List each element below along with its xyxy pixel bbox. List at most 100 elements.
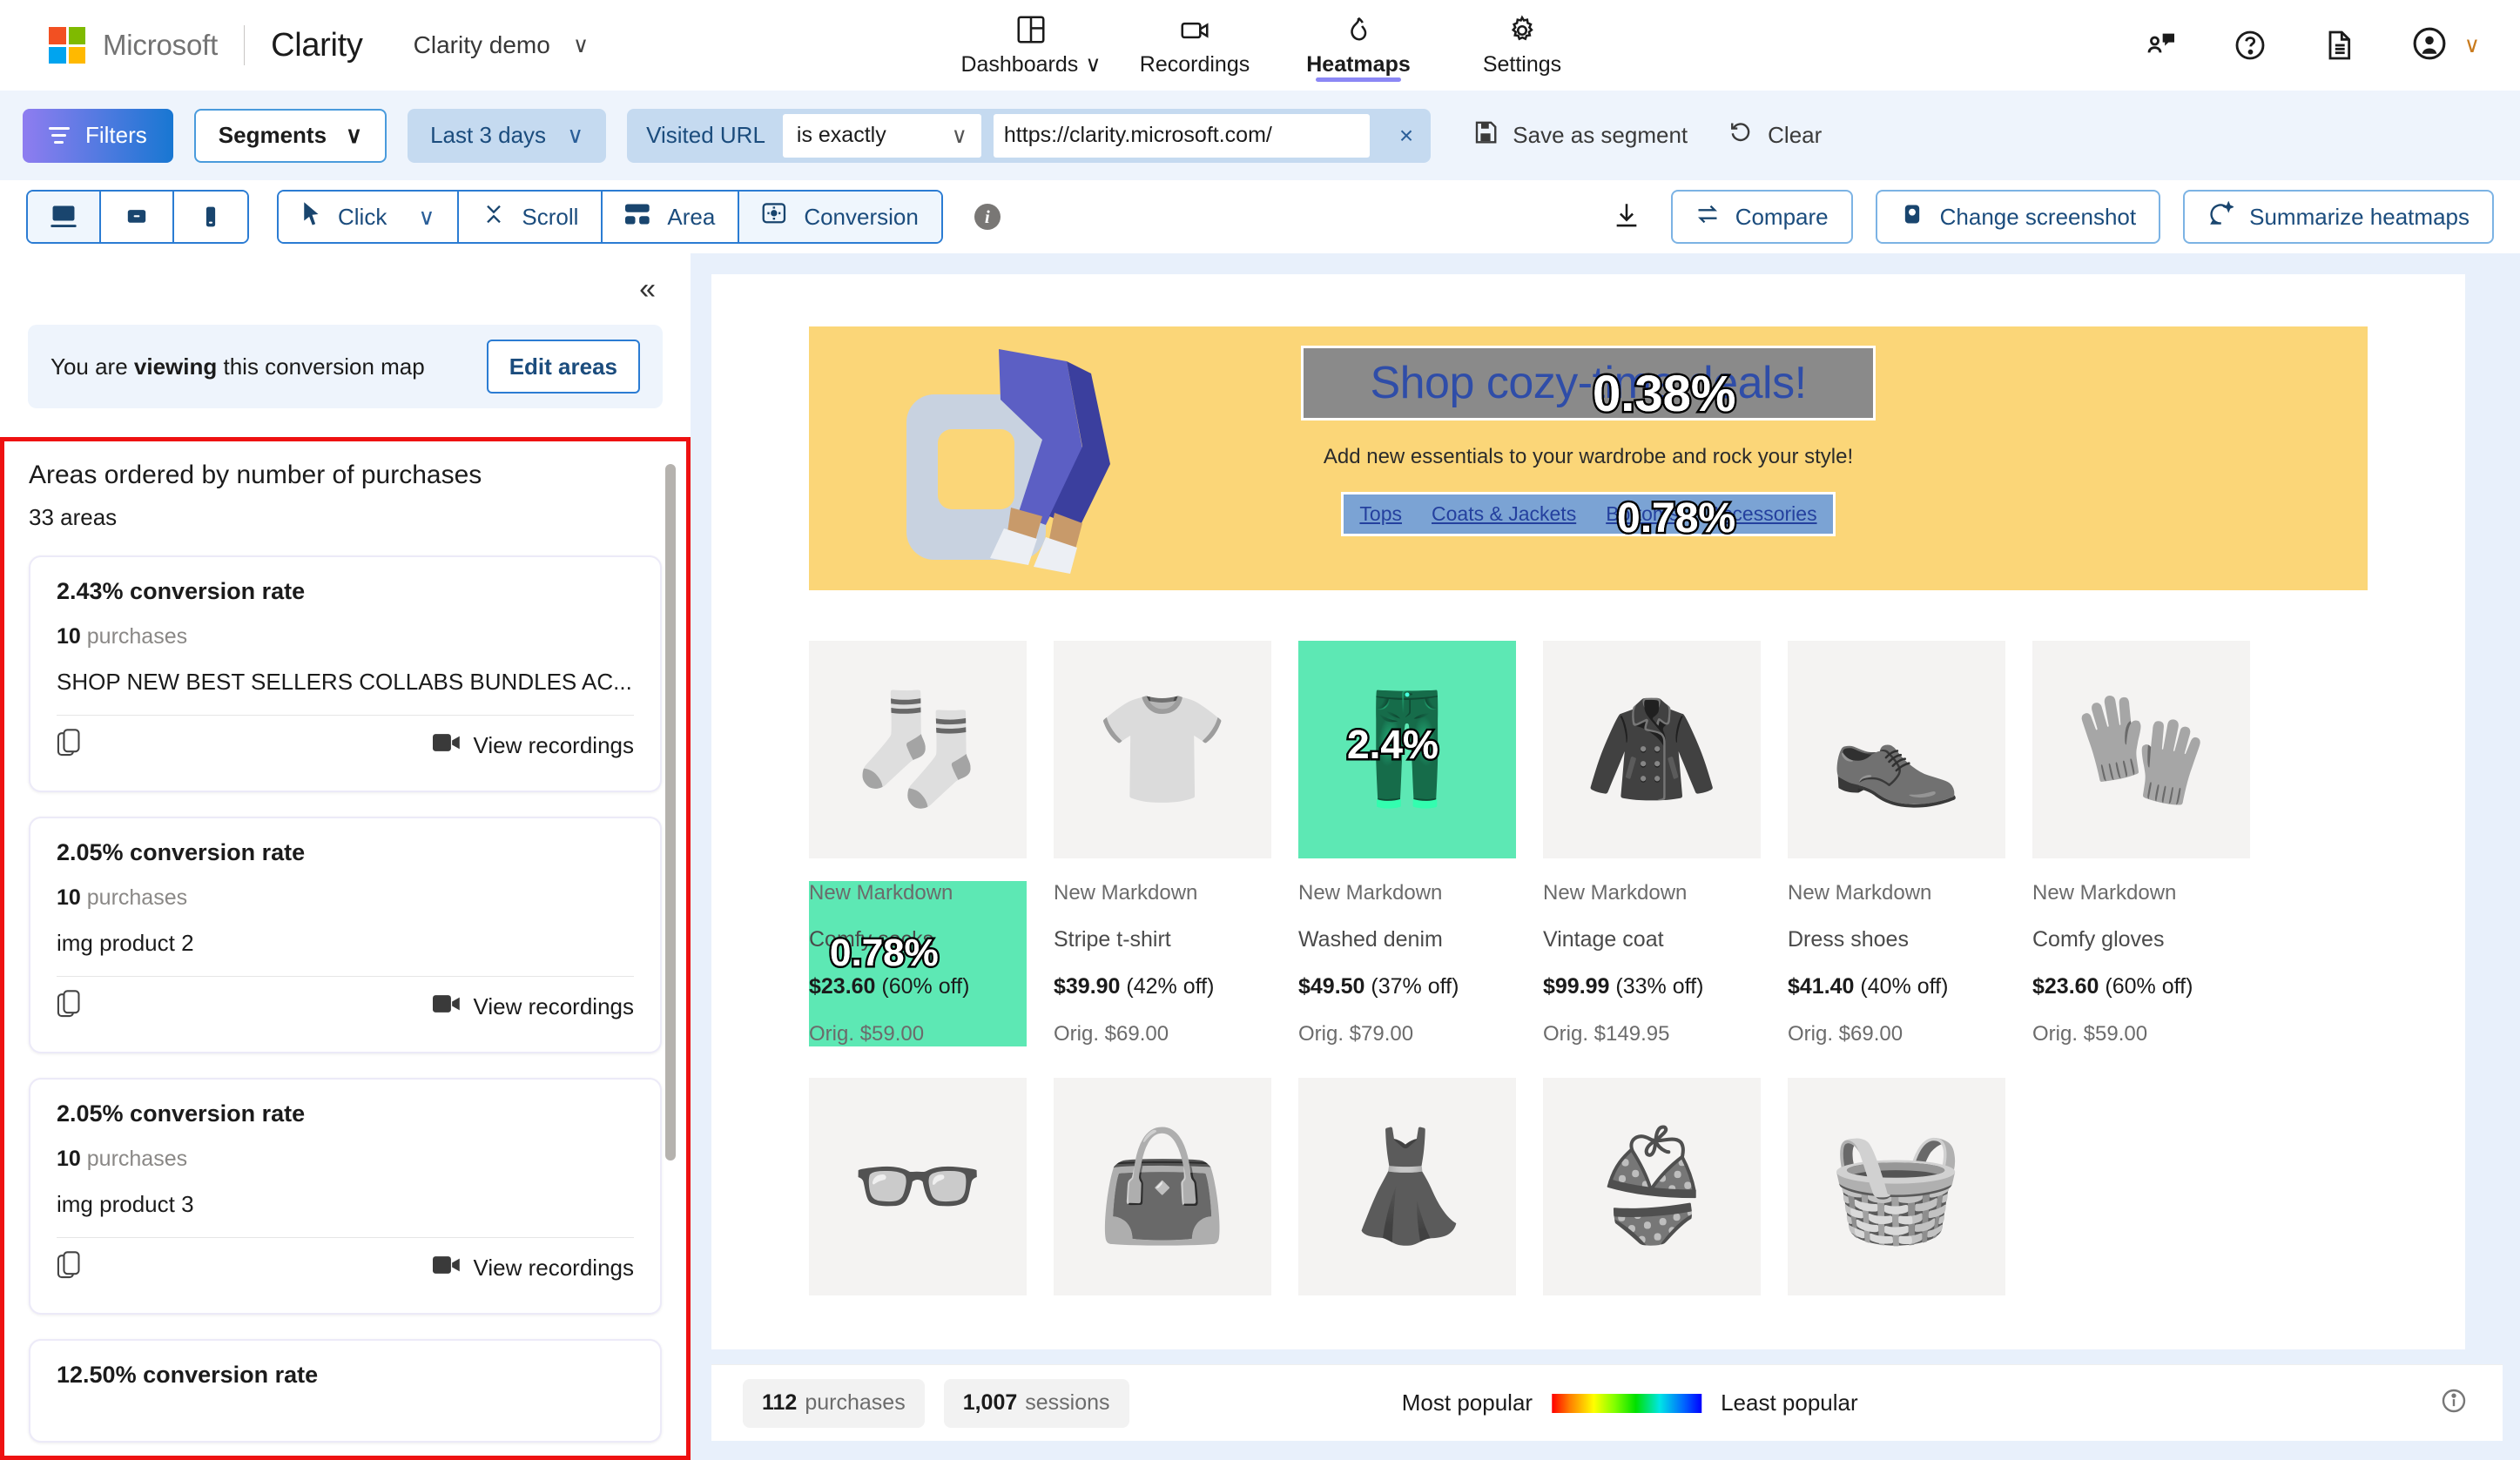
tab-recordings[interactable]: Recordings — [1113, 0, 1277, 91]
filters-button[interactable]: Filters — [23, 108, 173, 163]
undo-arrow-icon — [1728, 119, 1754, 151]
product-card[interactable]: 🧤 New Markdown Comfy gloves $23.60 (60% … — [2032, 641, 2250, 1046]
handbag-icon: 👜 — [1095, 1127, 1230, 1247]
product-badge: New Markdown — [1298, 881, 1443, 905]
areas-list-scrollbar[interactable] — [665, 464, 676, 1161]
compare-button[interactable]: Compare — [1670, 190, 1853, 244]
main-body: « You are viewing this conversion map Ed… — [0, 253, 2520, 1460]
view-recordings-label: View recordings — [473, 1254, 634, 1281]
change-screenshot-button[interactable]: Change screenshot — [1875, 190, 2161, 244]
product-card[interactable]: 👙 — [1543, 1078, 1761, 1295]
product-card[interactable]: 🧥 New Markdown Vintage coat $99.99 (33% … — [1543, 641, 1761, 1046]
product-price: $99.99 (33% off) — [1543, 974, 1704, 999]
summarize-heatmaps-button[interactable]: Summarize heatmaps — [2183, 190, 2494, 244]
flame-icon — [1342, 14, 1375, 47]
area-card[interactable]: 12.50% conversion rate — [29, 1339, 662, 1443]
tab-dashboards[interactable]: Dashboards ∨ — [949, 0, 1113, 91]
legend-most-popular-label: Most popular — [1401, 1389, 1533, 1416]
product-card[interactable]: 👗 — [1298, 1078, 1516, 1295]
mode-scroll-button[interactable]: Scroll — [459, 192, 603, 242]
video-camera-icon — [433, 1255, 461, 1282]
heatmap-status-bar: 112 purchases 1,007 sessions Most popular … — [711, 1364, 2503, 1441]
date-range-label: Last 3 days — [430, 122, 547, 148]
device-tablet-button[interactable] — [101, 192, 174, 242]
info-icon[interactable]: i — [974, 204, 1001, 230]
area-card[interactable]: 2.43% conversion rate 10 purchases SHOP … — [29, 555, 662, 792]
project-picker[interactable]: Clarity demo ∨ — [414, 31, 589, 59]
compare-arrows-icon — [1695, 203, 1720, 232]
product-image: 👖 2.4% 2.4% — [1298, 641, 1516, 858]
view-recordings-button[interactable]: View recordings — [433, 1255, 634, 1282]
product-card[interactable]: 👞 New Markdown Dress shoes $41.40 (40% o… — [1788, 641, 2005, 1046]
edit-areas-button[interactable]: Edit areas — [486, 340, 640, 394]
toolbar-right-actions: Compare Change screenshot Summarize heat… — [1612, 190, 2494, 244]
chevron-down-icon: ∨ — [418, 203, 435, 230]
product-badge: New Markdown — [1543, 881, 1688, 905]
clear-filters-button[interactable]: Clear — [1728, 119, 1822, 151]
copy-selector-icon[interactable] — [57, 989, 83, 1024]
segments-dropdown[interactable]: Segments ∨ — [193, 108, 387, 163]
video-camera-icon — [433, 993, 461, 1020]
hero-link-tops[interactable]: Tops — [1359, 502, 1402, 526]
product-meta: New Markdown Washed denim $49.50 (37% of… — [1298, 881, 1516, 1046]
clear-label: Clear — [1768, 122, 1823, 148]
copy-selector-icon[interactable] — [57, 728, 83, 763]
product-card[interactable]: 👜 — [1054, 1078, 1271, 1295]
product-badge: New Markdown — [1054, 881, 1198, 905]
hero-link-bottoms[interactable]: Bottoms — [1606, 502, 1679, 526]
tab-settings-label: Settings — [1482, 51, 1562, 77]
hero-link-coats[interactable]: Coats & Jackets — [1432, 502, 1576, 526]
product-original-price: Orig. $59.00 — [2032, 1022, 2148, 1046]
panel-collapse-row: « — [0, 253, 691, 325]
mode-click-button[interactable]: Click ∨ — [279, 192, 460, 242]
area-purchases: 10 purchases — [57, 885, 188, 910]
product-price: $23.60 (60% off) — [809, 974, 970, 999]
feedback-person-icon[interactable] — [2144, 28, 2179, 63]
date-range-dropdown[interactable]: Last 3 days ∨ — [408, 108, 607, 163]
product-card[interactable]: 🧺 — [1788, 1078, 2005, 1295]
mode-conversion-button[interactable]: Conversion — [739, 192, 941, 242]
copy-selector-icon[interactable] — [57, 1250, 83, 1285]
view-recordings-label: View recordings — [473, 992, 634, 1019]
area-name: img product 2 — [57, 930, 194, 956]
view-recordings-button[interactable]: View recordings — [433, 732, 634, 759]
product-card[interactable]: 👕 New Markdown Stripe t-shirt $39.90 (42… — [1054, 641, 1271, 1046]
heatmap-mode-group: Click ∨ Scroll Area Conversion — [277, 190, 943, 244]
area-conversion-rate: 2.43% conversion rate — [57, 578, 306, 604]
collapse-panel-icon[interactable]: « — [639, 272, 656, 306]
remove-url-filter-button[interactable]: × — [1382, 122, 1431, 150]
view-recordings-label: View recordings — [473, 731, 634, 758]
help-question-icon[interactable] — [2233, 28, 2267, 63]
documentation-icon[interactable] — [2321, 28, 2356, 63]
product-image: 🧥 — [1543, 641, 1761, 858]
product-image: 👓 — [809, 1078, 1027, 1295]
save-as-segment-button[interactable]: Save as segment — [1472, 119, 1688, 151]
product-card[interactable]: 👖 2.4% 2.4% New Markdown Washed denim $4… — [1298, 641, 1516, 1046]
product-original-price: Orig. $69.00 — [1054, 1022, 1169, 1046]
gear-icon — [1506, 14, 1539, 47]
url-operator-select[interactable]: is exactly ∨ — [782, 113, 981, 158]
view-recordings-button[interactable]: View recordings — [433, 993, 634, 1020]
dashboard-icon — [1014, 13, 1048, 46]
area-card[interactable]: 2.05% conversion rate 10 purchases img p… — [29, 817, 662, 1053]
summarize-label: Summarize heatmaps — [2249, 203, 2469, 230]
product-card[interactable]: 🧦 New Markdown Comfy socks $23.60 (60% o… — [809, 641, 1027, 1046]
nav-right-icons: ∨ — [2144, 0, 2480, 91]
account-menu[interactable]: ∨ — [2410, 24, 2480, 67]
tab-heatmaps-label: Heatmaps — [1306, 51, 1411, 77]
microsoft-logo[interactable]: Microsoft — [49, 27, 218, 64]
device-mobile-button[interactable] — [174, 192, 247, 242]
hero-link-accessories[interactable]: Accessories — [1709, 502, 1817, 526]
status-info-icon[interactable] — [2440, 1387, 2468, 1419]
tab-heatmaps[interactable]: Heatmaps — [1277, 0, 1440, 91]
chevron-down-icon: ∨ — [2463, 32, 2480, 57]
url-value-input[interactable]: https://clarity.microsoft.com/ — [993, 113, 1370, 158]
tab-settings[interactable]: Settings — [1440, 0, 1604, 91]
download-icon[interactable] — [1612, 200, 1641, 234]
mode-area-button[interactable]: Area — [603, 192, 740, 242]
area-card[interactable]: 2.05% conversion rate 10 purchases img p… — [29, 1078, 662, 1315]
logo-divider — [244, 25, 246, 65]
product-badge: New Markdown — [809, 881, 953, 905]
device-desktop-button[interactable] — [28, 192, 101, 242]
product-card[interactable]: 👓 — [809, 1078, 1027, 1295]
